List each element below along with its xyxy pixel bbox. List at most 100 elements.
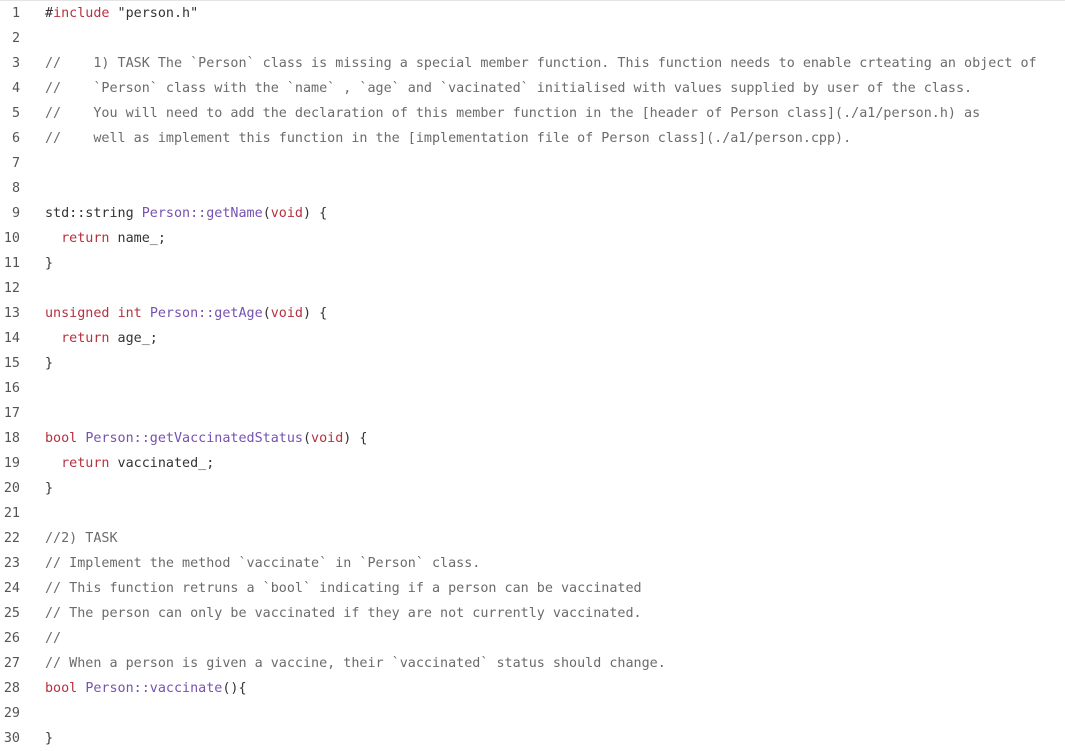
line-number: 9 bbox=[11, 206, 20, 221]
code-text: // You will need to add the declaration … bbox=[45, 101, 980, 126]
code-line[interactable]: 4 // `Person` class with the `name` , `ag… bbox=[0, 76, 1065, 101]
code-token: } bbox=[45, 356, 54, 371]
code-line[interactable]: 5 // You will need to add the declaration… bbox=[0, 101, 1065, 126]
code-text: } bbox=[45, 726, 53, 751]
code-line[interactable]: 6 // well as implement this function in t… bbox=[0, 126, 1065, 151]
code-line[interactable]: 16 bbox=[0, 376, 1065, 401]
code-line[interactable]: 22 //2) TASK bbox=[0, 526, 1065, 551]
keyword-token: return bbox=[61, 331, 110, 346]
code-text: return name_; bbox=[45, 226, 166, 251]
code-line[interactable]: 10 return name_; bbox=[0, 226, 1065, 251]
code-line[interactable]: 23 // Implement the method `vaccinate` in… bbox=[0, 551, 1065, 576]
line-number: 19 bbox=[3, 456, 20, 471]
comment-token: // Implement the method `vaccinate` in `… bbox=[45, 556, 481, 571]
code-text: //2) TASK bbox=[45, 526, 118, 551]
code-text: // Implement the method `vaccinate` in `… bbox=[45, 551, 480, 576]
code-line[interactable]: 28 bool Person::vaccinate(){ bbox=[0, 676, 1065, 701]
code-line[interactable]: 13 unsigned int Person::getAge(void) { bbox=[0, 301, 1065, 326]
function-name-token: Person::getName bbox=[141, 206, 263, 221]
code-token: (){ bbox=[222, 681, 247, 696]
code-line[interactable]: 12 bbox=[0, 276, 1065, 301]
code-token: ) { bbox=[303, 206, 328, 221]
line-number: 27 bbox=[3, 656, 20, 671]
line-number: 6 bbox=[11, 131, 20, 146]
code-line[interactable]: 25 // The person can only be vaccinated i… bbox=[0, 601, 1065, 626]
line-number: 24 bbox=[3, 581, 20, 596]
line-number: 2 bbox=[11, 31, 20, 46]
code-token: vaccinated_; bbox=[109, 456, 215, 471]
keyword-token: return bbox=[61, 456, 110, 471]
code-text: // bbox=[45, 626, 61, 651]
code-line[interactable]: 21 bbox=[0, 501, 1065, 526]
code-line[interactable]: 17 bbox=[0, 401, 1065, 426]
code-line[interactable]: 15} bbox=[0, 351, 1065, 376]
line-number: 1 bbox=[11, 6, 20, 21]
code-line[interactable]: 29 bbox=[0, 701, 1065, 726]
code-token: ( bbox=[262, 306, 271, 321]
keyword-token: bool bbox=[45, 681, 78, 696]
code-line[interactable]: 26 // bbox=[0, 626, 1065, 651]
line-number: 3 bbox=[11, 56, 20, 71]
comment-token: // This function retruns a `bool` indica… bbox=[45, 581, 642, 596]
line-number: 26 bbox=[3, 631, 20, 646]
code-line[interactable]: 27 // When a person is given a vaccine, t… bbox=[0, 651, 1065, 676]
code-token: ) { bbox=[343, 431, 368, 446]
line-number: 23 bbox=[3, 556, 20, 571]
code-token: } bbox=[45, 256, 54, 271]
keyword-token: unsigned bbox=[45, 306, 110, 321]
line-number: 21 bbox=[3, 506, 20, 521]
code-text: return vaccinated_; bbox=[45, 451, 214, 476]
string-token: "person.h" bbox=[109, 6, 199, 21]
keyword-token: include bbox=[53, 6, 110, 21]
code-line[interactable]: 9 std::string Person::getName(void) { bbox=[0, 201, 1065, 226]
code-text: // This function retruns a `bool` indica… bbox=[45, 576, 642, 601]
code-text: // 1) TASK The `Person` class is missing… bbox=[45, 51, 1037, 76]
line-number: 29 bbox=[3, 706, 20, 721]
line-number: 28 bbox=[3, 681, 20, 696]
comment-token: // When a person is given a vaccine, the… bbox=[45, 656, 666, 671]
code-text: } bbox=[45, 251, 53, 276]
function-name-token: Person::getAge bbox=[149, 306, 263, 321]
line-number: 15 bbox=[3, 356, 20, 371]
code-line[interactable]: 3 // 1) TASK The `Person` class is missin… bbox=[0, 51, 1065, 76]
code-text: bool Person::vaccinate(){ bbox=[45, 676, 247, 701]
code-text: return age_; bbox=[45, 326, 158, 351]
code-text: } bbox=[45, 351, 53, 376]
code-line[interactable]: 30} bbox=[0, 726, 1065, 751]
line-number: 14 bbox=[3, 331, 20, 346]
line-number: 18 bbox=[3, 431, 20, 446]
code-line[interactable]: 19 return vaccinated_; bbox=[0, 451, 1065, 476]
code-line[interactable]: 11} bbox=[0, 251, 1065, 276]
line-number: 4 bbox=[11, 81, 20, 96]
code-token: age_; bbox=[109, 331, 158, 346]
line-number: 10 bbox=[3, 231, 20, 246]
code-line[interactable]: 18 bool Person::getVaccinatedStatus(void)… bbox=[0, 426, 1065, 451]
code-text: // well as implement this function in th… bbox=[45, 126, 851, 151]
code-text: #include "person.h" bbox=[45, 1, 198, 26]
code-line[interactable]: 14 return age_; bbox=[0, 326, 1065, 351]
code-token: std::string bbox=[45, 206, 142, 221]
line-number: 16 bbox=[3, 381, 20, 396]
code-line[interactable]: 8 bbox=[0, 176, 1065, 201]
code-line[interactable]: 2 bbox=[0, 26, 1065, 51]
comment-token: // 1) TASK The `Person` class is missing… bbox=[45, 56, 1037, 71]
function-name-token: Person::getVaccinatedStatus bbox=[85, 431, 303, 446]
code-text: std::string Person::getName(void) { bbox=[45, 201, 327, 226]
code-token: ) { bbox=[303, 306, 328, 321]
code-token: ( bbox=[262, 206, 271, 221]
code-editor[interactable]: 1 #include "person.h" 2 3// 1) TASK The `Pe… bbox=[0, 0, 1065, 749]
line-number: 17 bbox=[3, 406, 20, 421]
keyword-token: void bbox=[270, 306, 303, 321]
code-line[interactable]: 1 #include "person.h" bbox=[0, 1, 1065, 26]
code-line[interactable]: 20} bbox=[0, 476, 1065, 501]
code-text: unsigned int Person::getAge(void) { bbox=[45, 301, 327, 326]
keyword-token: return bbox=[61, 231, 110, 246]
code-line[interactable]: 7 bbox=[0, 151, 1065, 176]
line-number: 30 bbox=[3, 731, 20, 746]
code-line[interactable]: 24 // This function retruns a `bool` indi… bbox=[0, 576, 1065, 601]
line-number: 25 bbox=[3, 606, 20, 621]
